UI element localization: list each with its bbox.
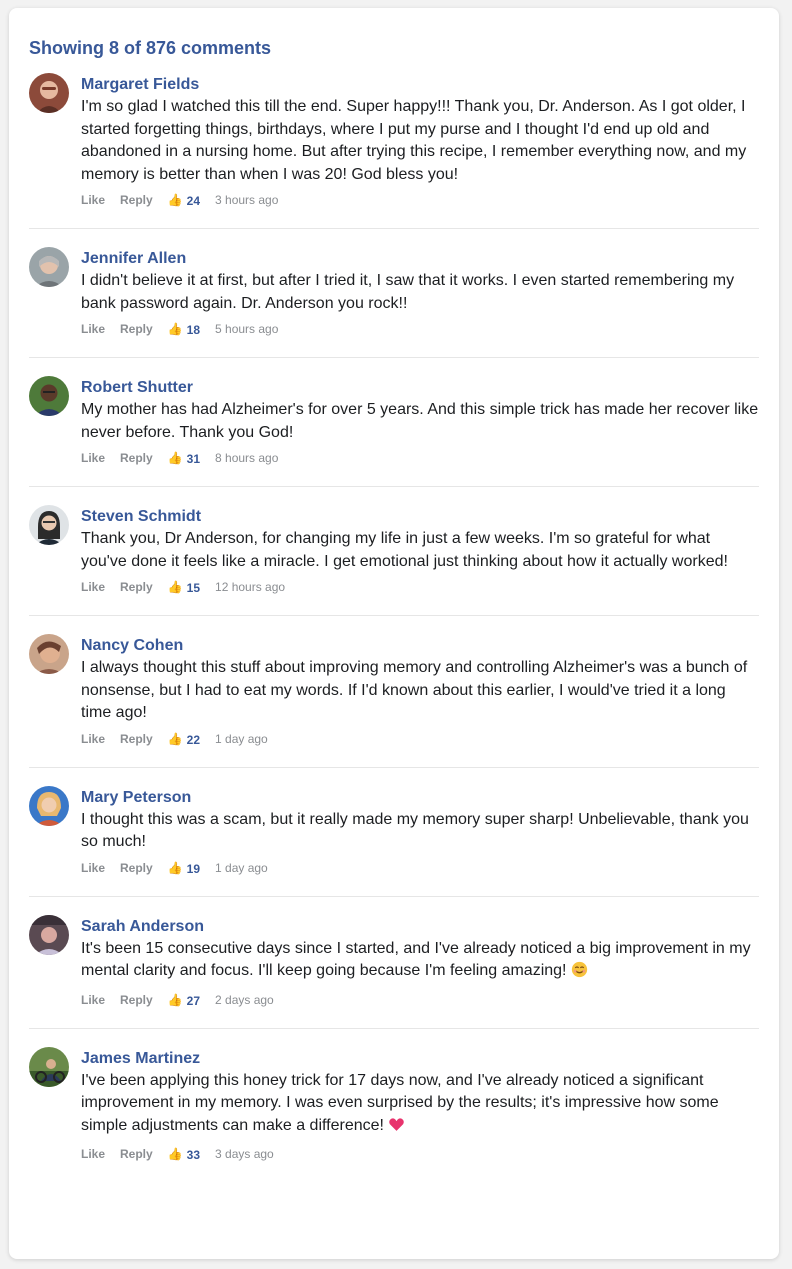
like-button[interactable]: Like: [81, 450, 105, 466]
comment-text: I didn't believe it at first, but after …: [81, 272, 735, 312]
comment-actions: Like Reply 👍 27 2 days ago: [81, 992, 759, 1008]
comment-text: It's been 15 consecutive days since I st…: [81, 938, 759, 986]
avatar[interactable]: [29, 634, 69, 674]
comment-item: Sarah Anderson It's been 15 consecutive …: [29, 897, 759, 1029]
avatar[interactable]: [29, 1046, 69, 1087]
reply-button[interactable]: Reply: [120, 1146, 153, 1162]
like-count: 👍 27: [168, 992, 200, 1008]
like-count: 👍 18: [168, 321, 200, 337]
like-button[interactable]: Like: [81, 192, 105, 208]
like-count: 👍 19: [168, 860, 200, 876]
thumbs-up-icon: 👍: [167, 451, 183, 465]
comment-author-name[interactable]: Robert Shutter: [81, 378, 759, 397]
like-count: 👍 22: [168, 731, 200, 747]
comment-item: Robert Shutter My mother has had Alzheim…: [29, 358, 759, 487]
comment-actions: Like Reply 👍 33 3 days ago: [81, 1146, 759, 1162]
comment-text: My mother has had Alzheimer's for over 5…: [81, 401, 759, 441]
comment-timestamp: 3 hours ago: [215, 193, 279, 207]
thumbs-up-icon: 👍: [167, 731, 183, 746]
comments-count-header: Showing 8 of 876 comments: [29, 38, 272, 58]
thumbs-up-icon: 👍: [167, 580, 183, 594]
reply-button[interactable]: Reply: [120, 860, 153, 876]
comment-author-name[interactable]: Nancy Cohen: [81, 636, 759, 655]
comment-timestamp: 2 days ago: [215, 992, 274, 1007]
like-button[interactable]: Like: [81, 992, 105, 1008]
comment-text: Thank you, Dr Anderson, for changing my …: [81, 530, 728, 570]
like-count-value: 27: [186, 993, 201, 1008]
comment-item: Steven Schmidt Thank you, Dr Anderson, f…: [29, 487, 759, 616]
like-button[interactable]: Like: [81, 860, 105, 876]
reply-button[interactable]: Reply: [120, 579, 153, 595]
comment-text-body: It's been 15 consecutive days since I st…: [81, 939, 751, 980]
reply-button[interactable]: Reply: [120, 192, 153, 208]
avatar[interactable]: [29, 505, 69, 545]
like-count: 👍 15: [168, 579, 200, 595]
thumbs-up-icon: 👍: [167, 193, 183, 207]
comment-text: I've been applying this honey trick for …: [81, 1070, 759, 1141]
comments-panel: Showing 8 of 876 comments Margaret Field…: [9, 8, 779, 1259]
comment-item: James Martinez I've been applying this h…: [29, 1029, 759, 1183]
avatar[interactable]: [29, 914, 69, 955]
like-count-value: 15: [186, 581, 201, 595]
thumbs-up-icon: 👍: [167, 860, 183, 875]
pink-heart-emoji-icon: [388, 1116, 405, 1141]
like-count: 👍 24: [168, 192, 200, 208]
comment-timestamp: 8 hours ago: [215, 451, 279, 465]
avatar[interactable]: [29, 785, 69, 826]
comment-text: I always thought this stuff about improv…: [81, 659, 748, 721]
comment-author-name[interactable]: Jennifer Allen: [81, 249, 759, 268]
like-button[interactable]: Like: [81, 321, 105, 337]
avatar[interactable]: [29, 376, 69, 416]
comment-actions: Like Reply 👍 19 1 day ago: [81, 860, 759, 876]
thumbs-up-icon: 👍: [167, 322, 183, 336]
like-count-value: 18: [186, 323, 201, 337]
comment-author-name[interactable]: James Martinez: [81, 1049, 759, 1068]
like-count-value: 19: [186, 861, 201, 876]
avatar[interactable]: [29, 73, 69, 113]
reply-button[interactable]: Reply: [120, 321, 153, 337]
smiling-face-emoji-icon: [571, 961, 588, 986]
comment-text: I'm so glad I watched this till the end.…: [81, 98, 747, 183]
comment-actions: Like Reply 👍 22 1 day ago: [81, 731, 759, 747]
like-count-value: 31: [186, 452, 201, 466]
comment-author-name[interactable]: Sarah Anderson: [81, 917, 759, 936]
comment-text: I thought this was a scam, but it really…: [81, 810, 749, 851]
like-count-value: 33: [186, 1148, 201, 1162]
like-count-value: 22: [186, 732, 201, 747]
like-button[interactable]: Like: [81, 579, 105, 595]
like-button[interactable]: Like: [81, 731, 105, 747]
comment-timestamp: 1 day ago: [215, 860, 268, 875]
comment-item: Nancy Cohen I always thought this stuff …: [29, 616, 759, 768]
comment-actions: Like Reply 👍 31 8 hours ago: [81, 450, 759, 466]
comment-actions: Like Reply 👍 24 3 hours ago: [81, 192, 759, 208]
like-count-value: 24: [186, 194, 201, 208]
comment-author-name[interactable]: Mary Peterson: [81, 788, 759, 807]
thumbs-up-icon: 👍: [167, 992, 183, 1007]
comment-timestamp: 12 hours ago: [215, 580, 286, 594]
comment-item: Jennifer Allen I didn't believe it at fi…: [29, 229, 759, 358]
comment-actions: Like Reply 👍 18 5 hours ago: [81, 321, 759, 337]
reply-button[interactable]: Reply: [120, 450, 153, 466]
comment-author-name[interactable]: Steven Schmidt: [81, 507, 759, 526]
avatar[interactable]: [29, 247, 69, 287]
comment-timestamp: 5 hours ago: [215, 322, 279, 336]
comment-item: Margaret Fields I'm so glad I watched th…: [29, 73, 759, 229]
like-button[interactable]: Like: [81, 1146, 105, 1162]
comment-actions: Like Reply 👍 15 12 hours ago: [81, 579, 759, 595]
thumbs-up-icon: 👍: [167, 1147, 183, 1161]
like-count: 👍 33: [168, 1146, 200, 1162]
comment-timestamp: 3 days ago: [215, 1147, 274, 1161]
reply-button[interactable]: Reply: [120, 992, 153, 1008]
comment-timestamp: 1 day ago: [215, 731, 268, 746]
comment-author-name[interactable]: Margaret Fields: [81, 75, 759, 94]
comment-item: Mary Peterson I thought this was a scam,…: [29, 768, 759, 897]
like-count: 👍 31: [168, 450, 200, 466]
reply-button[interactable]: Reply: [120, 731, 153, 747]
